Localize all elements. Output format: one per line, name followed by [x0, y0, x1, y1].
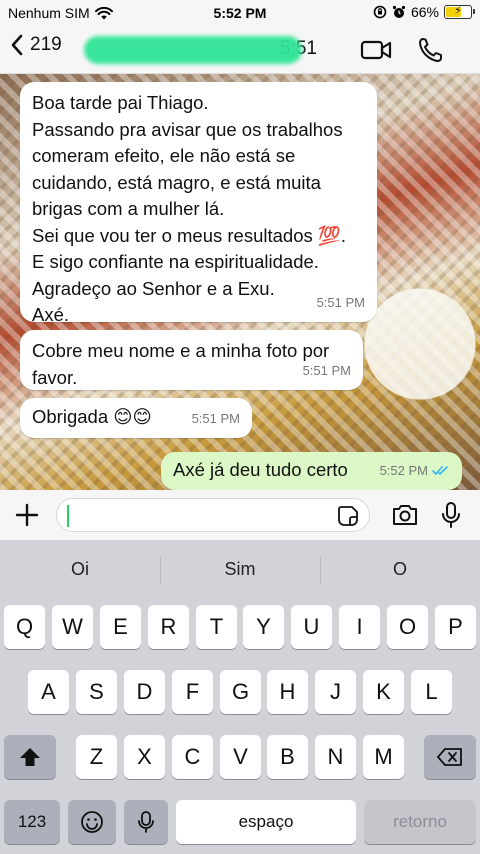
dictation-mic-icon	[138, 811, 154, 833]
message-input[interactable]	[56, 498, 370, 532]
chat-header: 219 5:51	[0, 26, 480, 74]
message-bubble-incoming[interactable]: Boa tarde pai Thiago. Passando pra avisa…	[20, 82, 377, 325]
key-l[interactable]: L	[411, 670, 452, 714]
suggestion-item[interactable]: Oi	[0, 559, 160, 580]
numbers-key[interactable]: 123	[4, 800, 60, 844]
status-right-group: 66% ⚡	[373, 4, 475, 20]
message-time: 5:52 PM	[379, 462, 428, 478]
key-s[interactable]: S	[76, 670, 117, 714]
orientation-lock-icon	[373, 5, 387, 19]
voice-call-icon[interactable]	[416, 36, 448, 64]
message-meta: 5:52 PM	[380, 458, 450, 485]
key-g[interactable]: G	[220, 670, 261, 714]
video-call-icon[interactable]	[360, 36, 392, 64]
message-time: 5:51 PM	[302, 362, 351, 378]
key-u[interactable]: U	[291, 605, 332, 649]
message-time: 5:51 PM	[316, 294, 365, 310]
text-caret	[67, 505, 69, 527]
message-bubble-incoming[interactable]: Obrigada 😊😊 5:51 PM	[20, 398, 252, 438]
key-t[interactable]: T	[196, 605, 237, 649]
key-q[interactable]: Q	[4, 605, 45, 649]
key-n[interactable]: N	[315, 735, 356, 779]
key-f[interactable]: F	[172, 670, 213, 714]
battery-percent: 66%	[410, 4, 439, 20]
sticker-icon[interactable]	[337, 505, 359, 527]
emoji-key[interactable]	[68, 800, 116, 844]
return-key[interactable]: retorno	[364, 800, 476, 844]
message-time: 5:51 PM	[191, 410, 240, 426]
key-o[interactable]: O	[387, 605, 428, 649]
contact-name-redaction[interactable]	[84, 36, 302, 64]
unread-count: 219	[30, 34, 62, 55]
key-a[interactable]: A	[28, 670, 69, 714]
key-b[interactable]: B	[267, 735, 308, 779]
key-y[interactable]: Y	[243, 605, 284, 649]
key-x[interactable]: X	[124, 735, 165, 779]
key-j[interactable]: J	[315, 670, 356, 714]
charging-bolt-icon: ⚡	[454, 5, 462, 17]
key-d[interactable]: D	[124, 670, 165, 714]
message-text: Boa tarde pai Thiago. Passando pra avisa…	[32, 92, 347, 325]
shift-icon	[20, 748, 40, 766]
backspace-icon	[437, 748, 462, 766]
emoji-icon	[81, 811, 103, 833]
read-double-check-icon	[432, 466, 448, 476]
keyboard: Oi Sim O Q W E R T Y U I O P A S D F G H…	[0, 540, 480, 854]
input-bar	[0, 490, 480, 540]
key-w[interactable]: W	[52, 605, 93, 649]
message-meta: 5:51 PM	[192, 406, 240, 433]
key-m[interactable]: M	[363, 735, 404, 779]
plus-icon[interactable]	[12, 500, 42, 530]
key-k[interactable]: K	[363, 670, 404, 714]
key-p[interactable]: P	[435, 605, 476, 649]
dictation-key[interactable]	[124, 800, 168, 844]
back-button[interactable]: 219	[10, 34, 62, 56]
camera-icon[interactable]	[390, 500, 420, 530]
message-bubble-outgoing[interactable]: Axé já deu tudo certo 5:52 PM	[161, 452, 462, 490]
key-z[interactable]: Z	[76, 735, 117, 779]
backspace-key[interactable]	[424, 735, 476, 779]
back-chevron-icon	[11, 34, 23, 56]
alarm-icon	[392, 5, 406, 18]
message-bubble-incoming[interactable]: Cobre meu nome e a minha foto por favor.…	[20, 330, 363, 390]
key-e[interactable]: E	[100, 605, 141, 649]
key-i[interactable]: I	[339, 605, 380, 649]
status-bar: Nenhum SIM 5:52 PM 66% ⚡	[0, 0, 480, 26]
message-meta: 5:51 PM	[303, 358, 351, 385]
key-r[interactable]: R	[148, 605, 189, 649]
key-c[interactable]: C	[172, 735, 213, 779]
message-meta: 5:51 PM	[317, 290, 365, 317]
shift-key[interactable]	[4, 735, 56, 779]
space-key[interactable]: espaço	[176, 800, 356, 844]
battery-charging-icon: ⚡	[444, 5, 475, 19]
key-h[interactable]: H	[267, 670, 308, 714]
key-v[interactable]: V	[220, 735, 261, 779]
suggestion-item[interactable]: Sim	[160, 559, 320, 580]
suggestion-item[interactable]: O	[320, 559, 480, 580]
microphone-icon[interactable]	[436, 500, 466, 530]
chat-area[interactable]: Boa tarde pai Thiago. Passando pra avisa…	[0, 74, 480, 490]
suggestion-bar: Oi Sim O	[0, 540, 480, 598]
